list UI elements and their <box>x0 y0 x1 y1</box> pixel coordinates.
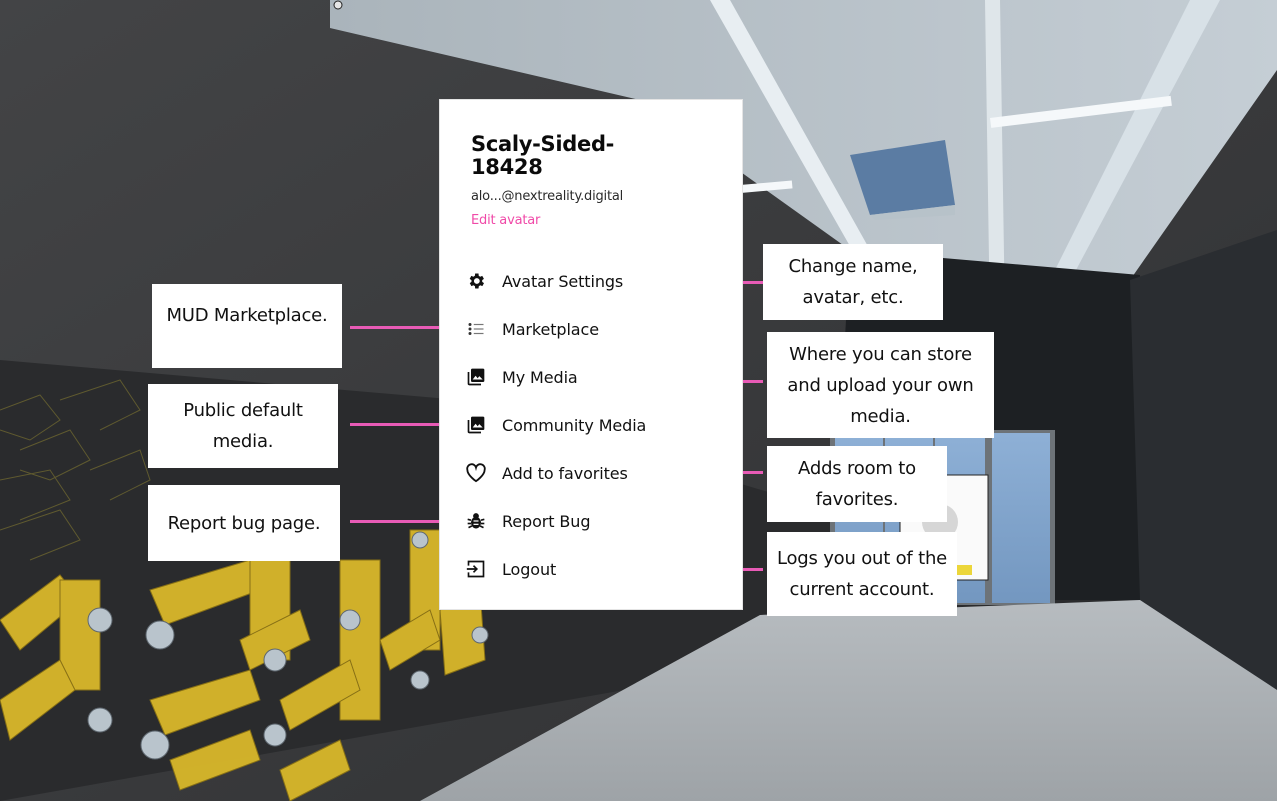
media-library-icon <box>464 365 488 389</box>
annotation-text: Where you can store and upload your own … <box>787 343 974 427</box>
menu-item-label: Report Bug <box>502 511 591 531</box>
edit-avatar-link[interactable]: Edit avatar <box>471 213 540 228</box>
menu-item-marketplace[interactable]: Marketplace <box>464 313 724 345</box>
annotation-text: Logs you out of the current account. <box>776 548 948 600</box>
bug-icon <box>464 509 488 533</box>
annotation-text: Adds room to favorites. <box>798 458 916 510</box>
menu-item-avatar-settings[interactable]: Avatar Settings <box>464 265 724 297</box>
menu-item-label: Logout <box>502 559 557 579</box>
media-library-icon <box>464 413 488 437</box>
annotation-text: Public default media. <box>183 400 303 452</box>
menu-item-label: Marketplace <box>502 319 599 339</box>
annotation-favorites: Adds room to favorites. <box>767 446 947 522</box>
menu-item-my-media[interactable]: My Media <box>464 361 724 393</box>
logout-icon <box>464 557 488 581</box>
menu-item-community-media[interactable]: Community Media <box>464 409 724 441</box>
annotation-community-media: Public default media. <box>148 384 338 468</box>
menu-item-report-bug[interactable]: Report Bug <box>464 505 724 537</box>
annotation-marketplace: MUD Marketplace. <box>152 284 342 368</box>
annotation-report-bug: Report bug page. <box>148 485 340 561</box>
account-email: alo...@nextreality.digital <box>471 189 624 204</box>
list-icon <box>464 317 488 341</box>
annotation-text: Change name, avatar, etc. <box>788 256 918 308</box>
menu-item-add-to-favorites[interactable]: Add to favorites <box>464 457 724 489</box>
annotation-avatar-settings: Change name, avatar, etc. <box>763 244 943 320</box>
annotation-logout: Logs you out of the current account. <box>767 532 957 616</box>
annotation-text: MUD Marketplace. <box>166 304 328 326</box>
menu-item-label: My Media <box>502 367 578 387</box>
menu-item-label: Community Media <box>502 415 647 435</box>
display-name: Scaly-Sided-18428 <box>471 132 615 179</box>
menu-item-logout[interactable]: Logout <box>464 553 724 585</box>
annotation-text: Report bug page. <box>167 512 321 534</box>
gear-icon <box>464 269 488 293</box>
menu-item-label: Avatar Settings <box>502 271 624 291</box>
heart-outline-icon <box>464 461 488 485</box>
annotation-my-media: Where you can store and upload your own … <box>767 332 994 438</box>
menu-item-label: Add to favorites <box>502 463 628 483</box>
account-menu: Scaly-Sided-18428 alo...@nextreality.dig… <box>440 100 742 609</box>
